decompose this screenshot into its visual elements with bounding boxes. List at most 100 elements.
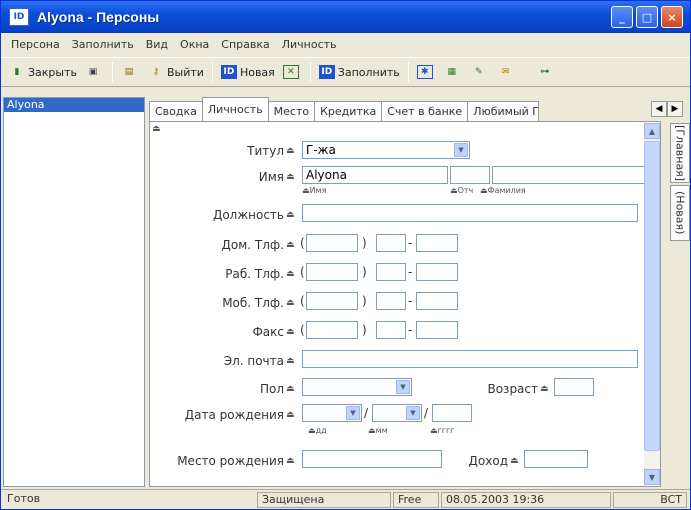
- mobile-phone-number-input[interactable]: [416, 292, 458, 310]
- close-persona-button[interactable]: ▮ Закрыть: [5, 61, 81, 83]
- income-input[interactable]: [524, 450, 588, 468]
- toolbar-separator: [407, 62, 409, 82]
- position-input[interactable]: [302, 204, 638, 222]
- menu-fill[interactable]: Заполнить: [66, 38, 140, 51]
- fill-button[interactable]: ID Заполнить: [315, 61, 404, 83]
- status-ready: Готов: [7, 492, 41, 505]
- gender-select[interactable]: ▼: [302, 378, 412, 396]
- first-name-sublabel: ⏏Имя: [302, 186, 327, 195]
- first-name-input[interactable]: Alyona: [302, 166, 448, 184]
- email-input[interactable]: [302, 350, 638, 368]
- work-phone-number-input[interactable]: [416, 263, 458, 281]
- scroll-thumb[interactable]: [644, 141, 660, 451]
- exit-button[interactable]: ⚷ Выйти: [144, 61, 208, 83]
- envelope-icon: ✉: [501, 67, 510, 77]
- grid-icon: ▦: [447, 67, 457, 77]
- star-button[interactable]: ✱: [413, 61, 440, 83]
- list-item[interactable]: Alyona: [4, 98, 144, 112]
- plug-icon: ⊶: [540, 67, 550, 77]
- age-input[interactable]: [554, 378, 594, 396]
- scroll-down-icon[interactable]: ▼: [644, 469, 660, 485]
- menu-view[interactable]: Вид: [140, 38, 174, 51]
- fax-dash: -: [408, 323, 413, 337]
- lock-icon: ⏏: [286, 384, 295, 394]
- tab-place[interactable]: Место: [267, 101, 316, 121]
- home-phone-number-input[interactable]: [416, 234, 458, 252]
- fax-number-input[interactable]: [416, 321, 458, 339]
- chevron-down-icon: ▼: [346, 406, 360, 420]
- mobile-phone-prefix-input[interactable]: [376, 292, 406, 310]
- position-label: Должность: [212, 208, 284, 222]
- fax-rparen: ): [362, 323, 367, 337]
- home-phone-code-input[interactable]: [306, 234, 358, 252]
- lock-icon: ⏏: [286, 327, 295, 337]
- middle-name-input[interactable]: [450, 166, 490, 184]
- side-tab-main[interactable]: [Главная]: [670, 123, 690, 183]
- close-button[interactable]: ×: [661, 6, 683, 28]
- tab-bank-account[interactable]: Счет в банке: [381, 101, 469, 121]
- title-bar[interactable]: ID Alyona - Персоны _ □ ×: [1, 1, 690, 33]
- save-button[interactable]: ▣: [81, 61, 108, 83]
- toolbar: ▮ Закрыть ▣ ▤ ⚷ Выйти ID Новая ✕ ID Заполнит…: [1, 57, 690, 87]
- birth-year-input[interactable]: [432, 404, 472, 422]
- key-icon: ⚷: [152, 67, 160, 77]
- year-sublabel-text: гггг: [437, 426, 455, 435]
- title-select[interactable]: Г-жа ▼: [302, 141, 470, 159]
- menu-persona[interactable]: Персона: [5, 38, 66, 51]
- menu-help[interactable]: Справка: [215, 38, 275, 51]
- first-name-value: Alyona: [306, 168, 347, 182]
- last-name-sublabel: ⏏Фамилия: [480, 186, 526, 195]
- lock-icon: ⏏: [286, 172, 295, 182]
- delete-button[interactable]: ✕: [279, 61, 306, 83]
- last-name-input[interactable]: [492, 166, 656, 184]
- minimize-button[interactable]: _: [611, 6, 633, 28]
- tab-summary[interactable]: Сводка: [149, 101, 203, 121]
- birth-date-slash: /: [364, 406, 369, 420]
- work-phone-rparen: ): [362, 265, 367, 279]
- edit-button[interactable]: ✎: [467, 61, 494, 83]
- status-protected: Защищена: [257, 492, 391, 508]
- mail-button[interactable]: ✉: [494, 61, 521, 83]
- grid-button[interactable]: ▦: [440, 61, 467, 83]
- fax-prefix-input[interactable]: [376, 321, 406, 339]
- menu-identity[interactable]: Личность: [276, 38, 343, 51]
- connect-button[interactable]: ⊶: [533, 61, 560, 83]
- work-phone-prefix-input[interactable]: [376, 263, 406, 281]
- tab-favorite-password[interactable]: Любимый Пар: [467, 101, 540, 121]
- side-tabs: [Главная] (Новая): [670, 123, 690, 243]
- close-persona-icon: ▮: [14, 67, 20, 77]
- work-phone-code-input[interactable]: [306, 263, 358, 281]
- menu-windows[interactable]: Окна: [174, 38, 215, 51]
- vertical-scrollbar[interactable]: ▲ ▼: [644, 123, 660, 485]
- birth-day-select[interactable]: ▼: [302, 404, 362, 422]
- work-phone-dash: -: [408, 265, 413, 279]
- mobile-phone-dash: -: [408, 294, 413, 308]
- title-label: Титул: [247, 144, 284, 158]
- new-button[interactable]: ID Новая: [217, 61, 279, 83]
- tab-identity[interactable]: Личность: [201, 97, 269, 121]
- lock-icon: ⏏: [286, 410, 295, 420]
- name-label: Имя: [258, 170, 284, 184]
- print-button[interactable]: ▤: [117, 61, 144, 83]
- chevron-down-icon: ▼: [406, 406, 420, 420]
- birth-place-input[interactable]: [302, 450, 442, 468]
- birth-month-select[interactable]: ▼: [372, 404, 422, 422]
- persona-list[interactable]: Alyona: [3, 97, 145, 487]
- mobile-phone-code-input[interactable]: [306, 292, 358, 310]
- side-tab-new[interactable]: (Новая): [670, 185, 690, 241]
- scroll-up-icon[interactable]: ▲: [644, 123, 660, 139]
- fill-label: Заполнить: [337, 65, 400, 79]
- fax-lparen: (: [300, 323, 305, 337]
- lock-icon: ⏏: [510, 456, 519, 466]
- exit-label: Выйти: [167, 65, 204, 79]
- tab-scroll-right-icon[interactable]: ▶: [667, 101, 683, 117]
- home-phone-prefix-input[interactable]: [376, 234, 406, 252]
- fax-code-input[interactable]: [306, 321, 358, 339]
- star-icon: ✱: [416, 65, 433, 79]
- tab-scroll-left-icon[interactable]: ◀: [651, 101, 667, 117]
- lock-icon: ⏏: [286, 210, 295, 220]
- status-free: Free: [393, 492, 439, 508]
- tab-credit-card[interactable]: Кредитка: [314, 101, 383, 121]
- maximize-button[interactable]: □: [636, 6, 658, 28]
- tab-scroller: ◀ ▶: [651, 101, 683, 117]
